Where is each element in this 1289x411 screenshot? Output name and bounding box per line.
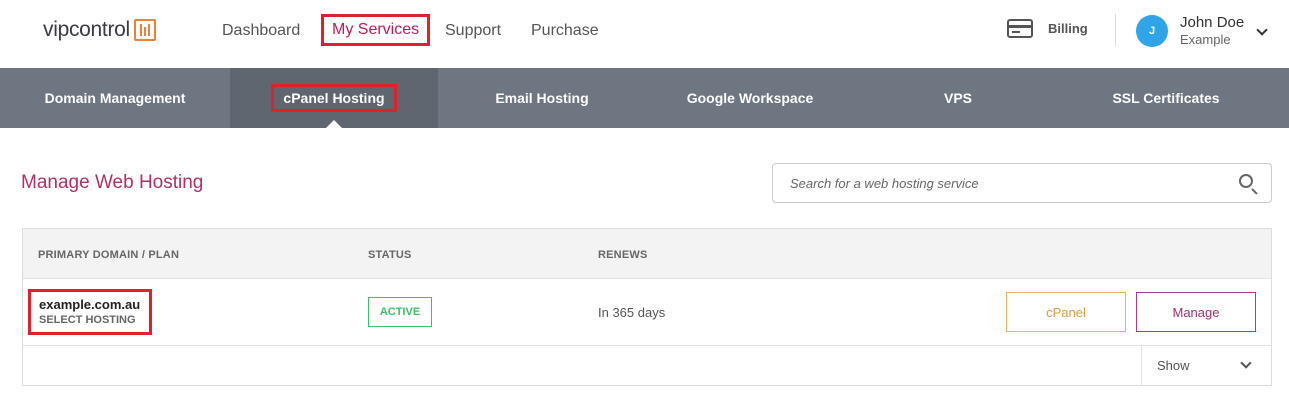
table-row: example.com.au SELECT HOSTING ACTIVE In … — [23, 279, 1271, 346]
show-dropdown[interactable]: Show — [1141, 346, 1271, 385]
chevron-down-icon — [1240, 357, 1252, 369]
search-icon[interactable] — [1239, 174, 1253, 188]
domain-name: example.com.au — [39, 297, 141, 312]
column-header-status: STATUS — [368, 249, 412, 261]
billing-link[interactable]: Billing — [1007, 19, 1088, 38]
tab-cpanel-hosting-label: cPanel Hosting — [271, 84, 397, 112]
manage-button[interactable]: Manage — [1136, 292, 1256, 332]
chevron-down-icon[interactable] — [1256, 24, 1268, 36]
active-tab-caret — [326, 120, 342, 128]
vipcontrol-logo[interactable]: vipcontrol — [43, 18, 156, 42]
tab-domain-management[interactable]: Domain Management — [0, 68, 230, 128]
search-box — [772, 163, 1272, 203]
nav-my-services[interactable]: My Services — [321, 14, 431, 46]
avatar: J — [1136, 15, 1168, 47]
search-input[interactable] — [773, 164, 1233, 202]
show-label: Show — [1157, 358, 1190, 373]
cpanel-button[interactable]: cPanel — [1006, 292, 1126, 332]
service-subnav: Domain Management cPanel Hosting Email H… — [0, 68, 1289, 128]
credit-card-icon — [1007, 19, 1033, 38]
tab-google-workspace[interactable]: Google Workspace — [646, 68, 854, 128]
nav-support[interactable]: Support — [445, 0, 501, 62]
table-header: PRIMARY DOMAIN / PLAN STATUS RENEWS — [23, 229, 1271, 279]
header-divider — [1115, 14, 1116, 46]
user-menu[interactable]: J John Doe Example — [1136, 14, 1244, 48]
billing-label: Billing — [1048, 21, 1088, 36]
status-badge: ACTIVE — [368, 297, 432, 327]
tab-vps[interactable]: VPS — [854, 68, 1062, 128]
column-header-domain: PRIMARY DOMAIN / PLAN — [38, 249, 180, 261]
renews-text: In 365 days — [598, 305, 666, 320]
sliders-icon — [133, 19, 156, 41]
plan-name: SELECT HOSTING — [39, 314, 136, 326]
tab-ssl-certificates[interactable]: SSL Certificates — [1062, 68, 1270, 128]
nav-dashboard[interactable]: Dashboard — [222, 0, 300, 62]
tab-email-hosting[interactable]: Email Hosting — [438, 68, 646, 128]
page-title: Manage Web Hosting — [21, 172, 204, 193]
domain-cell[interactable]: example.com.au SELECT HOSTING — [28, 289, 152, 335]
user-name: John Doe — [1180, 14, 1245, 31]
column-header-renews: RENEWS — [598, 249, 648, 261]
user-account: Example — [1180, 32, 1231, 47]
hosting-table: PRIMARY DOMAIN / PLAN STATUS RENEWS exam… — [22, 228, 1272, 386]
nav-purchase[interactable]: Purchase — [531, 0, 599, 62]
tab-cpanel-hosting[interactable]: cPanel Hosting — [230, 68, 438, 128]
top-header: vipcontrol Dashboard My Services Support… — [0, 0, 1289, 68]
logo-text: vipcontrol — [43, 18, 130, 41]
